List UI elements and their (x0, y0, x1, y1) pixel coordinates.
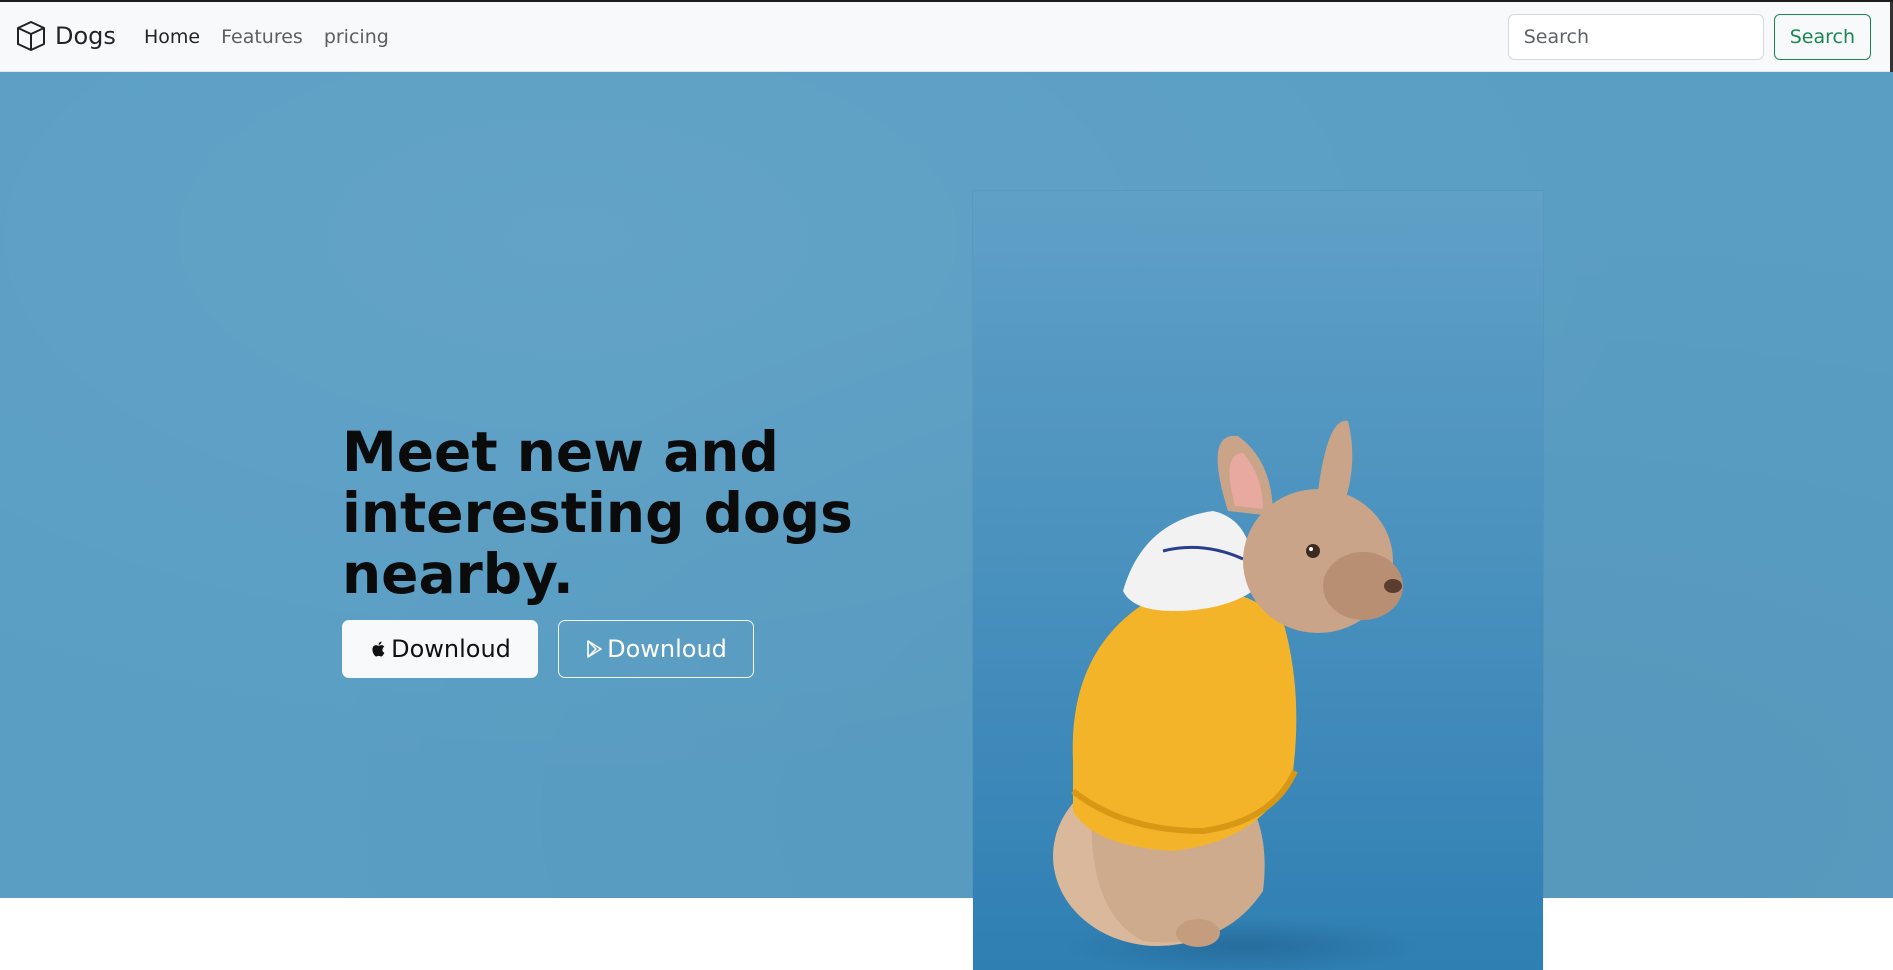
google-play-download-button[interactable]: Downloud (558, 620, 754, 678)
search-input[interactable] (1507, 14, 1764, 60)
nav-links: Home Features pricing (144, 26, 389, 48)
google-play-download-label: Downloud (607, 635, 727, 663)
nav-link-features[interactable]: Features (221, 26, 303, 48)
navbar: Dogs Home Features pricing Search (0, 2, 1891, 72)
search-button[interactable]: Search (1773, 14, 1871, 60)
french-bulldog-illustration (1053, 420, 1423, 970)
hero-headline: Meet new and interesting dogs nearby. (342, 420, 853, 606)
navbar-brand[interactable]: Dogs (15, 20, 116, 52)
brand-name: Dogs (55, 22, 116, 50)
apple-icon (372, 641, 385, 657)
hero-section: Meet new and interesting dogs nearby. Do… (0, 72, 1893, 970)
download-buttons: Downloud Downloud (342, 620, 754, 678)
dog-photo (973, 191, 1543, 970)
nav-link-pricing[interactable]: pricing (324, 26, 389, 48)
google-play-icon (587, 640, 602, 658)
app-store-download-button[interactable]: Downloud (342, 620, 538, 678)
box-icon (17, 21, 45, 51)
nav-link-home[interactable]: Home (144, 26, 200, 48)
search-form: Search (1507, 14, 1871, 60)
app-store-download-label: Downloud (391, 635, 511, 663)
